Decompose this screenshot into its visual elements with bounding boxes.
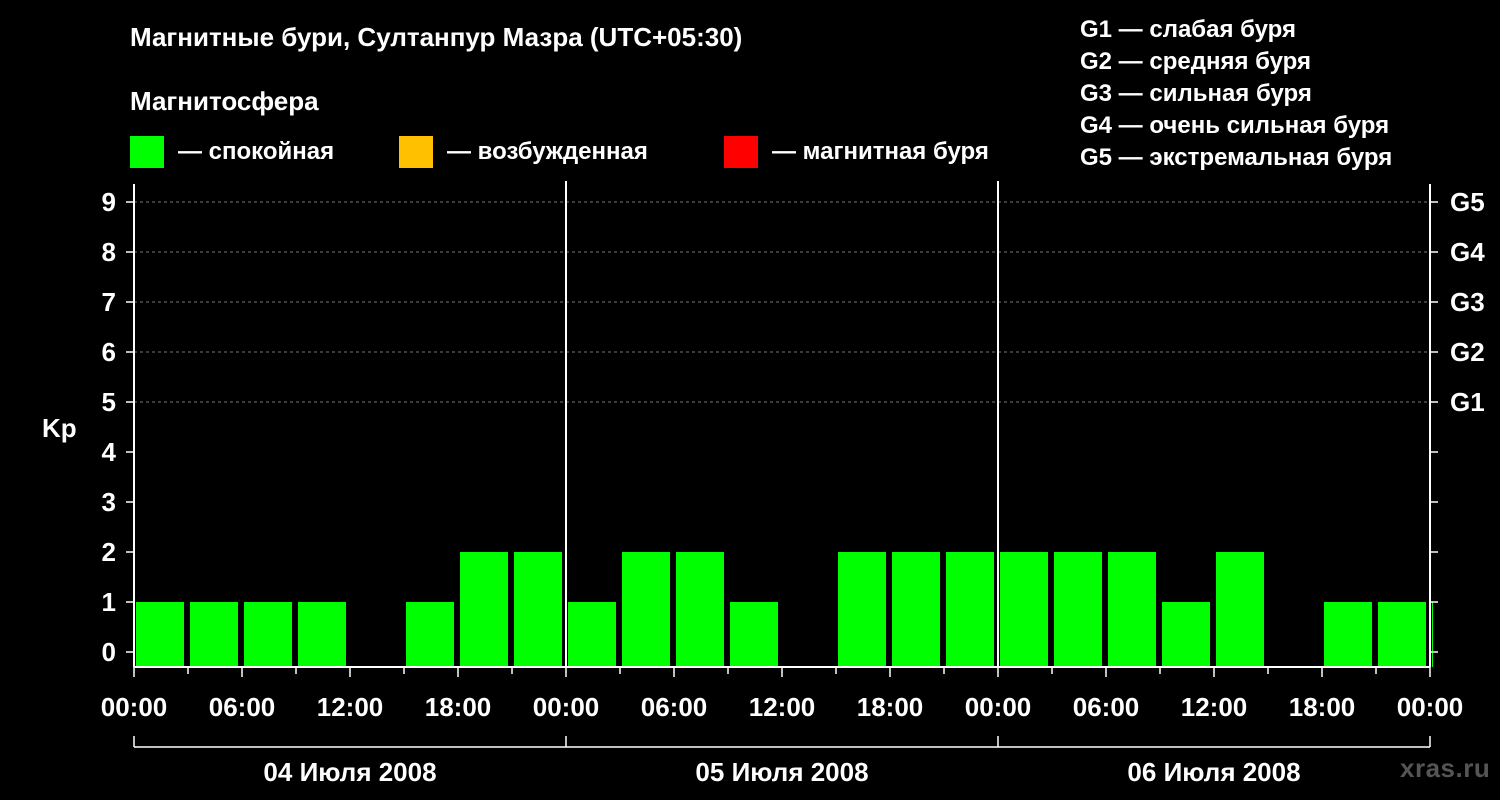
x-tick-label: 06:00 (1073, 692, 1140, 722)
kp-bar (1000, 552, 1048, 667)
x-tick-label: 00:00 (965, 692, 1032, 722)
x-tick-label: 18:00 (857, 692, 924, 722)
x-tick-label: 12:00 (1181, 692, 1248, 722)
kp-bar (136, 602, 184, 667)
day-label: 04 Июля 2008 (263, 757, 436, 787)
kp-bar (298, 602, 346, 667)
kp-bar (1378, 602, 1426, 667)
kp-bar (838, 552, 886, 667)
y-tick-label: 8 (102, 237, 116, 267)
kp-bar (514, 552, 562, 667)
kp-bar (568, 602, 616, 667)
y-axis-label: Kp (42, 413, 77, 443)
kp-bar (622, 552, 670, 667)
y-tick-label: 3 (102, 487, 116, 517)
kp-bar-chart: 0 1 2 3 4 5 6 7 8 9 G1 G2 G3 G4 G5 Kp 00:00 06:00 12:00 18:… (42, 181, 1485, 787)
y-tick-label: 2 (102, 537, 116, 567)
x-tick-label: 12:00 (749, 692, 816, 722)
kp-bar (1216, 552, 1264, 667)
kp-bar (1054, 552, 1102, 667)
g-scale-label: G3 (1450, 287, 1485, 317)
y-tick-label: 5 (102, 387, 116, 417)
x-tick-label: 18:00 (425, 692, 492, 722)
g-scale-label: G5 (1450, 187, 1485, 217)
kp-bar (1162, 602, 1210, 667)
day-label: 06 Июля 2008 (1127, 757, 1300, 787)
x-tick-label: 06:00 (209, 692, 276, 722)
y-tick-label: 7 (102, 287, 116, 317)
watermark: xras.ru (1400, 753, 1491, 783)
kp-bar (460, 552, 508, 667)
kp-bar (1108, 552, 1156, 667)
kp-bar (190, 602, 238, 667)
x-tick-label: 06:00 (641, 692, 708, 722)
g-scale-label: G2 (1450, 337, 1485, 367)
x-tick-label: 00:00 (533, 692, 600, 722)
x-tick-label: 18:00 (1289, 692, 1356, 722)
kp-bar (676, 552, 724, 667)
kp-bar (892, 552, 940, 667)
day-label: 05 Июля 2008 (695, 757, 868, 787)
y-tick-label: 4 (102, 437, 117, 467)
y-tick-label: 1 (102, 587, 116, 617)
x-tick-label: 12:00 (317, 692, 384, 722)
y-tick-label: 9 (102, 187, 116, 217)
kp-bar (1324, 602, 1372, 667)
g-scale-label: G1 (1450, 387, 1485, 417)
y-tick-label: 6 (102, 337, 116, 367)
kp-bar (406, 602, 454, 667)
kp-bar (244, 602, 292, 667)
kp-bar (1432, 602, 1433, 667)
x-tick-label: 00:00 (101, 692, 168, 722)
g-scale-label: G4 (1450, 237, 1485, 267)
kp-bar (730, 602, 778, 667)
kp-bar (946, 552, 994, 667)
y-tick-label: 0 (102, 637, 116, 667)
x-tick-label: 00:00 (1397, 692, 1464, 722)
